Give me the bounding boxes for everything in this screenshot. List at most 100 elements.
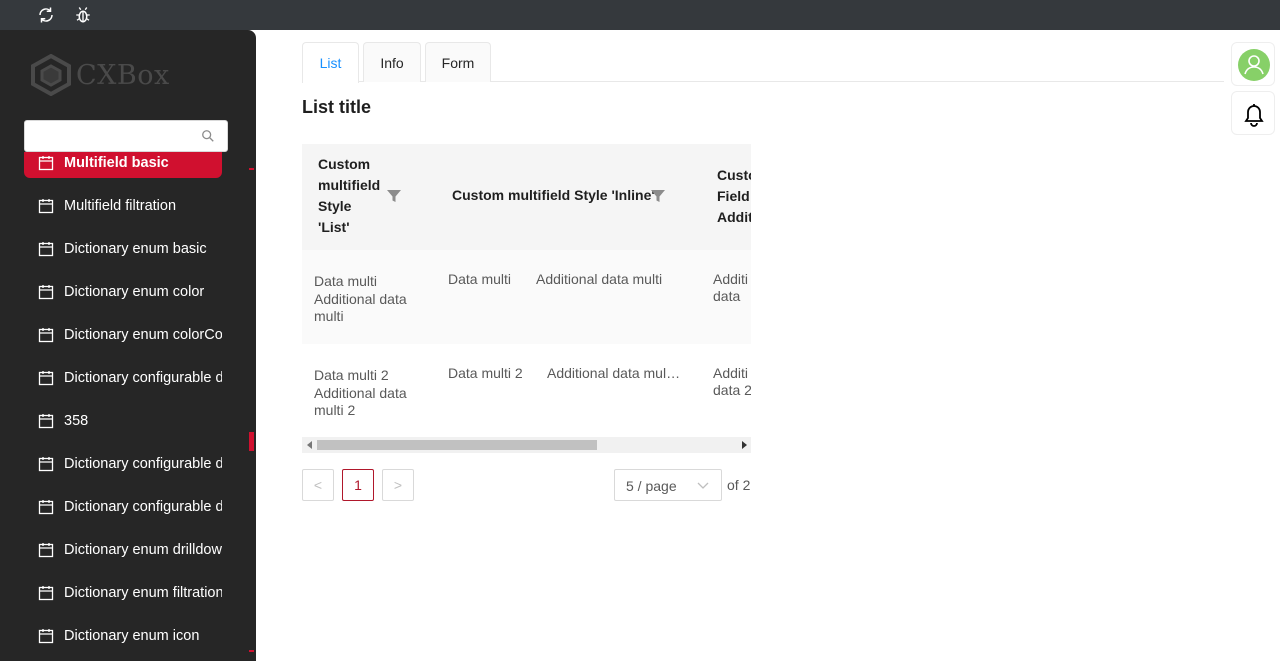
filter-icon[interactable] [650, 188, 666, 204]
sidebar-item-dictionary-enum-basic[interactable]: Dictionary enum basic [24, 234, 222, 264]
cell-custom-field: Additi data 2 [713, 365, 751, 399]
sidebar-menu: Multifield basic Multifield filtration D… [0, 152, 256, 661]
table-header: Custom multifield Style 'List' Custom mu… [302, 144, 751, 250]
cell-line: Additional data [314, 385, 407, 401]
sidebar-item-label: Dictionary configurable dic [64, 456, 222, 472]
sidebar-item-multifield-filtration[interactable]: Multifield filtration [24, 191, 222, 221]
table-row[interactable]: Data multi 2 Additional data multi 2 Dat… [302, 344, 751, 438]
cell-inline-value: Data multi [448, 271, 512, 287]
header-line: 'List' [318, 219, 350, 235]
calendar-icon [38, 242, 54, 257]
cell-line: data 2 [713, 382, 751, 398]
data-table: Custom multifield Style 'List' Custom mu… [302, 144, 751, 440]
column-header-multifield-inline[interactable]: Custom multifield Style 'Inline' [452, 185, 655, 206]
calendar-icon [38, 199, 54, 214]
tab-label: Form [441, 54, 475, 71]
header-line: Custo [717, 167, 751, 183]
tab-info[interactable]: Info [363, 42, 421, 82]
calendar-icon [38, 543, 54, 558]
sidebar-item-label: Dictionary enum drilldowr [64, 542, 222, 558]
header-line: multifield [318, 177, 381, 193]
tab-label: Info [380, 54, 404, 71]
refresh-icon[interactable] [37, 6, 55, 24]
sidebar-item-label: Dictionary enum icon [64, 628, 200, 644]
cell-line: Additional data [314, 291, 407, 307]
sidebar-item-dictionary-enum-colorcon[interactable]: Dictionary enum colorCon [24, 320, 222, 350]
sidebar-item-label: Dictionary enum colorCon [64, 327, 222, 343]
table-row[interactable]: Data multi Additional data multi Data mu… [302, 250, 751, 344]
page-1-button[interactable]: 1 [342, 469, 374, 501]
sidebar-item-dictionary-enum-filtration[interactable]: Dictionary enum filtration [24, 578, 222, 608]
bug-icon[interactable] [74, 6, 92, 24]
calendar-icon [38, 156, 54, 171]
logo[interactable]: CXBox [30, 50, 190, 100]
sidebar-item-label: Dictionary configurable dic [64, 370, 222, 386]
header-line: Additi [717, 209, 751, 225]
calendar-icon [38, 328, 54, 343]
list-title: List title [302, 97, 372, 117]
notifications-button[interactable] [1231, 91, 1275, 135]
tab-list[interactable]: List [302, 42, 359, 83]
prev-page-button[interactable]: < [302, 469, 334, 501]
scroll-left-arrow-icon[interactable] [307, 441, 312, 449]
sidebar-item-multifield-basic[interactable]: Multifield basic [24, 152, 222, 178]
chevron-left-icon: < [313, 477, 323, 493]
total-pages-label: of 2 [727, 477, 751, 493]
cell-inline-additional: Additional data mul… [547, 365, 681, 381]
scroll-right-arrow-icon[interactable] [742, 441, 747, 449]
sidebar-item-label: Dictionary enum basic [64, 241, 207, 257]
column-header-multifield-list[interactable]: Custom multifield Style 'List' [318, 154, 384, 238]
header-line: Style [318, 198, 352, 214]
filter-icon[interactable] [386, 188, 402, 204]
top-bar [0, 0, 1280, 30]
sidebar-item-label: Multifield basic [64, 155, 169, 171]
sidebar-item-dictionary-configurable-1[interactable]: Dictionary configurable dic [24, 363, 222, 393]
header-line: Field [717, 188, 750, 204]
sidebar-search[interactable] [24, 120, 228, 152]
next-page-button[interactable]: > [382, 469, 414, 501]
calendar-icon [38, 500, 54, 515]
sidebar-item-dictionary-configurable-3[interactable]: Dictionary configurable dic [24, 492, 222, 522]
scrollbar-thumb[interactable] [317, 440, 597, 450]
cell-multifield-list: Data multi Additional data multi [314, 273, 407, 325]
bell-icon [1244, 104, 1264, 127]
cell-line: data [713, 288, 741, 304]
calendar-icon [38, 414, 54, 429]
search-icon[interactable] [201, 129, 215, 143]
header-line: Custom [318, 156, 371, 172]
cell-line: Data multi 2 [314, 367, 389, 383]
page-size-select[interactable]: 5 / page [614, 469, 722, 501]
sidebar-item-label: Dictionary configurable dic [64, 499, 222, 515]
sidebar-scrollbar-thumb[interactable] [249, 432, 254, 451]
user-avatar-icon [1244, 55, 1264, 75]
cell-line: Additi [713, 271, 749, 287]
sidebar-scroll-top-mark [249, 168, 254, 170]
sidebar-item-label: Multifield filtration [64, 198, 177, 214]
sidebar-item-label: 358 [64, 413, 89, 429]
calendar-icon [38, 629, 54, 644]
cell-multifield-list: Data multi 2 Additional data multi 2 [314, 367, 407, 419]
sidebar-item-dictionary-configurable-2[interactable]: Dictionary configurable dic [24, 449, 222, 479]
cell-custom-field: Additi data [713, 271, 751, 305]
sidebar-item-label: Dictionary enum filtration [64, 585, 222, 601]
view-tabs: List Info Form [302, 42, 1224, 83]
sidebar-item-358[interactable]: 358 [24, 406, 222, 436]
calendar-icon [38, 457, 54, 472]
sidebar-item-dictionary-enum-color[interactable]: Dictionary enum color [24, 277, 222, 307]
tab-label: List [319, 55, 342, 71]
sidebar-item-dictionary-enum-drilldown[interactable]: Dictionary enum drilldowr [24, 535, 222, 565]
sidebar-item-dictionary-enum-icon[interactable]: Dictionary enum icon [24, 621, 222, 651]
table-horizontal-scrollbar[interactable] [302, 437, 751, 453]
avatar[interactable] [1238, 49, 1270, 81]
user-menu[interactable] [1231, 42, 1275, 86]
cell-line: Data multi [314, 273, 378, 289]
sidebar-item-label: Dictionary enum color [64, 284, 205, 300]
page-size-value: 5 / page [626, 478, 677, 494]
cell-line: multi [314, 308, 344, 324]
cell-line: multi 2 [314, 402, 356, 418]
column-header-custom-field[interactable]: Custo Field Additi [717, 165, 751, 228]
calendar-icon [38, 371, 54, 386]
sidebar-scroll-bottom-mark [249, 650, 254, 652]
tab-form[interactable]: Form [425, 42, 491, 82]
search-input[interactable] [33, 121, 203, 149]
